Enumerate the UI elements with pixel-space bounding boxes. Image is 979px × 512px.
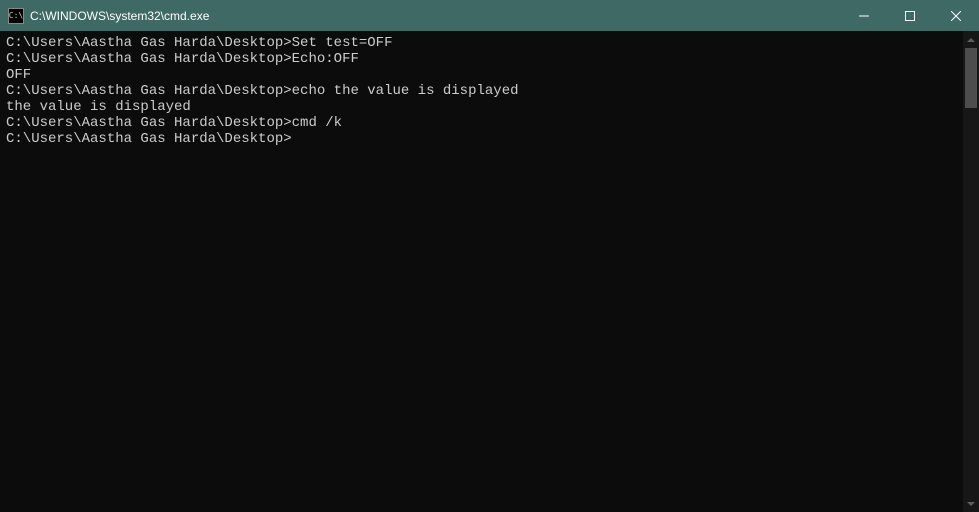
window-title: C:\WINDOWS\system32\cmd.exe bbox=[30, 9, 841, 23]
scroll-track[interactable] bbox=[963, 48, 979, 495]
scroll-down-button[interactable] bbox=[963, 495, 979, 512]
prompt-command: Set test=OFF bbox=[292, 35, 393, 51]
prompt-path: C:\Users\Aastha Gas Harda\Desktop> bbox=[6, 51, 292, 67]
minimize-button[interactable] bbox=[841, 0, 887, 31]
terminal-area: C:\Users\Aastha Gas Harda\Desktop>Set te… bbox=[0, 31, 979, 512]
chevron-down-icon bbox=[967, 502, 975, 506]
prompt-command: echo the value is displayed bbox=[292, 83, 519, 99]
window-controls bbox=[841, 0, 979, 31]
chevron-up-icon bbox=[967, 38, 975, 42]
terminal-line: C:\Users\Aastha Gas Harda\Desktop>Set te… bbox=[6, 35, 957, 51]
close-button[interactable] bbox=[933, 0, 979, 31]
prompt-path: C:\Users\Aastha Gas Harda\Desktop> bbox=[6, 131, 292, 147]
prompt-path: C:\Users\Aastha Gas Harda\Desktop> bbox=[6, 115, 292, 131]
maximize-icon bbox=[905, 11, 915, 21]
maximize-button[interactable] bbox=[887, 0, 933, 31]
terminal-line: OFF bbox=[6, 67, 957, 83]
terminal-line: C:\Users\Aastha Gas Harda\Desktop> bbox=[6, 131, 957, 147]
terminal-line: C:\Users\Aastha Gas Harda\Desktop>echo t… bbox=[6, 83, 957, 99]
scroll-thumb[interactable] bbox=[965, 48, 977, 108]
terminal-line: the value is displayed bbox=[6, 99, 957, 115]
scroll-up-button[interactable] bbox=[963, 31, 979, 48]
prompt-path: C:\Users\Aastha Gas Harda\Desktop> bbox=[6, 35, 292, 51]
minimize-icon bbox=[859, 11, 869, 21]
terminal-line: C:\Users\Aastha Gas Harda\Desktop>cmd /k bbox=[6, 115, 957, 131]
titlebar[interactable]: C:\ C:\WINDOWS\system32\cmd.exe bbox=[0, 0, 979, 31]
close-icon bbox=[951, 11, 961, 21]
cmd-icon: C:\ bbox=[8, 8, 24, 24]
cmd-window: C:\ C:\WINDOWS\system32\cmd.exe C:\U bbox=[0, 0, 979, 512]
scrollbar[interactable] bbox=[963, 31, 979, 512]
prompt-command: cmd /k bbox=[292, 115, 342, 131]
terminal-content[interactable]: C:\Users\Aastha Gas Harda\Desktop>Set te… bbox=[0, 31, 963, 512]
prompt-path: C:\Users\Aastha Gas Harda\Desktop> bbox=[6, 83, 292, 99]
prompt-command: Echo:OFF bbox=[292, 51, 359, 67]
terminal-line: C:\Users\Aastha Gas Harda\Desktop>Echo:O… bbox=[6, 51, 957, 67]
